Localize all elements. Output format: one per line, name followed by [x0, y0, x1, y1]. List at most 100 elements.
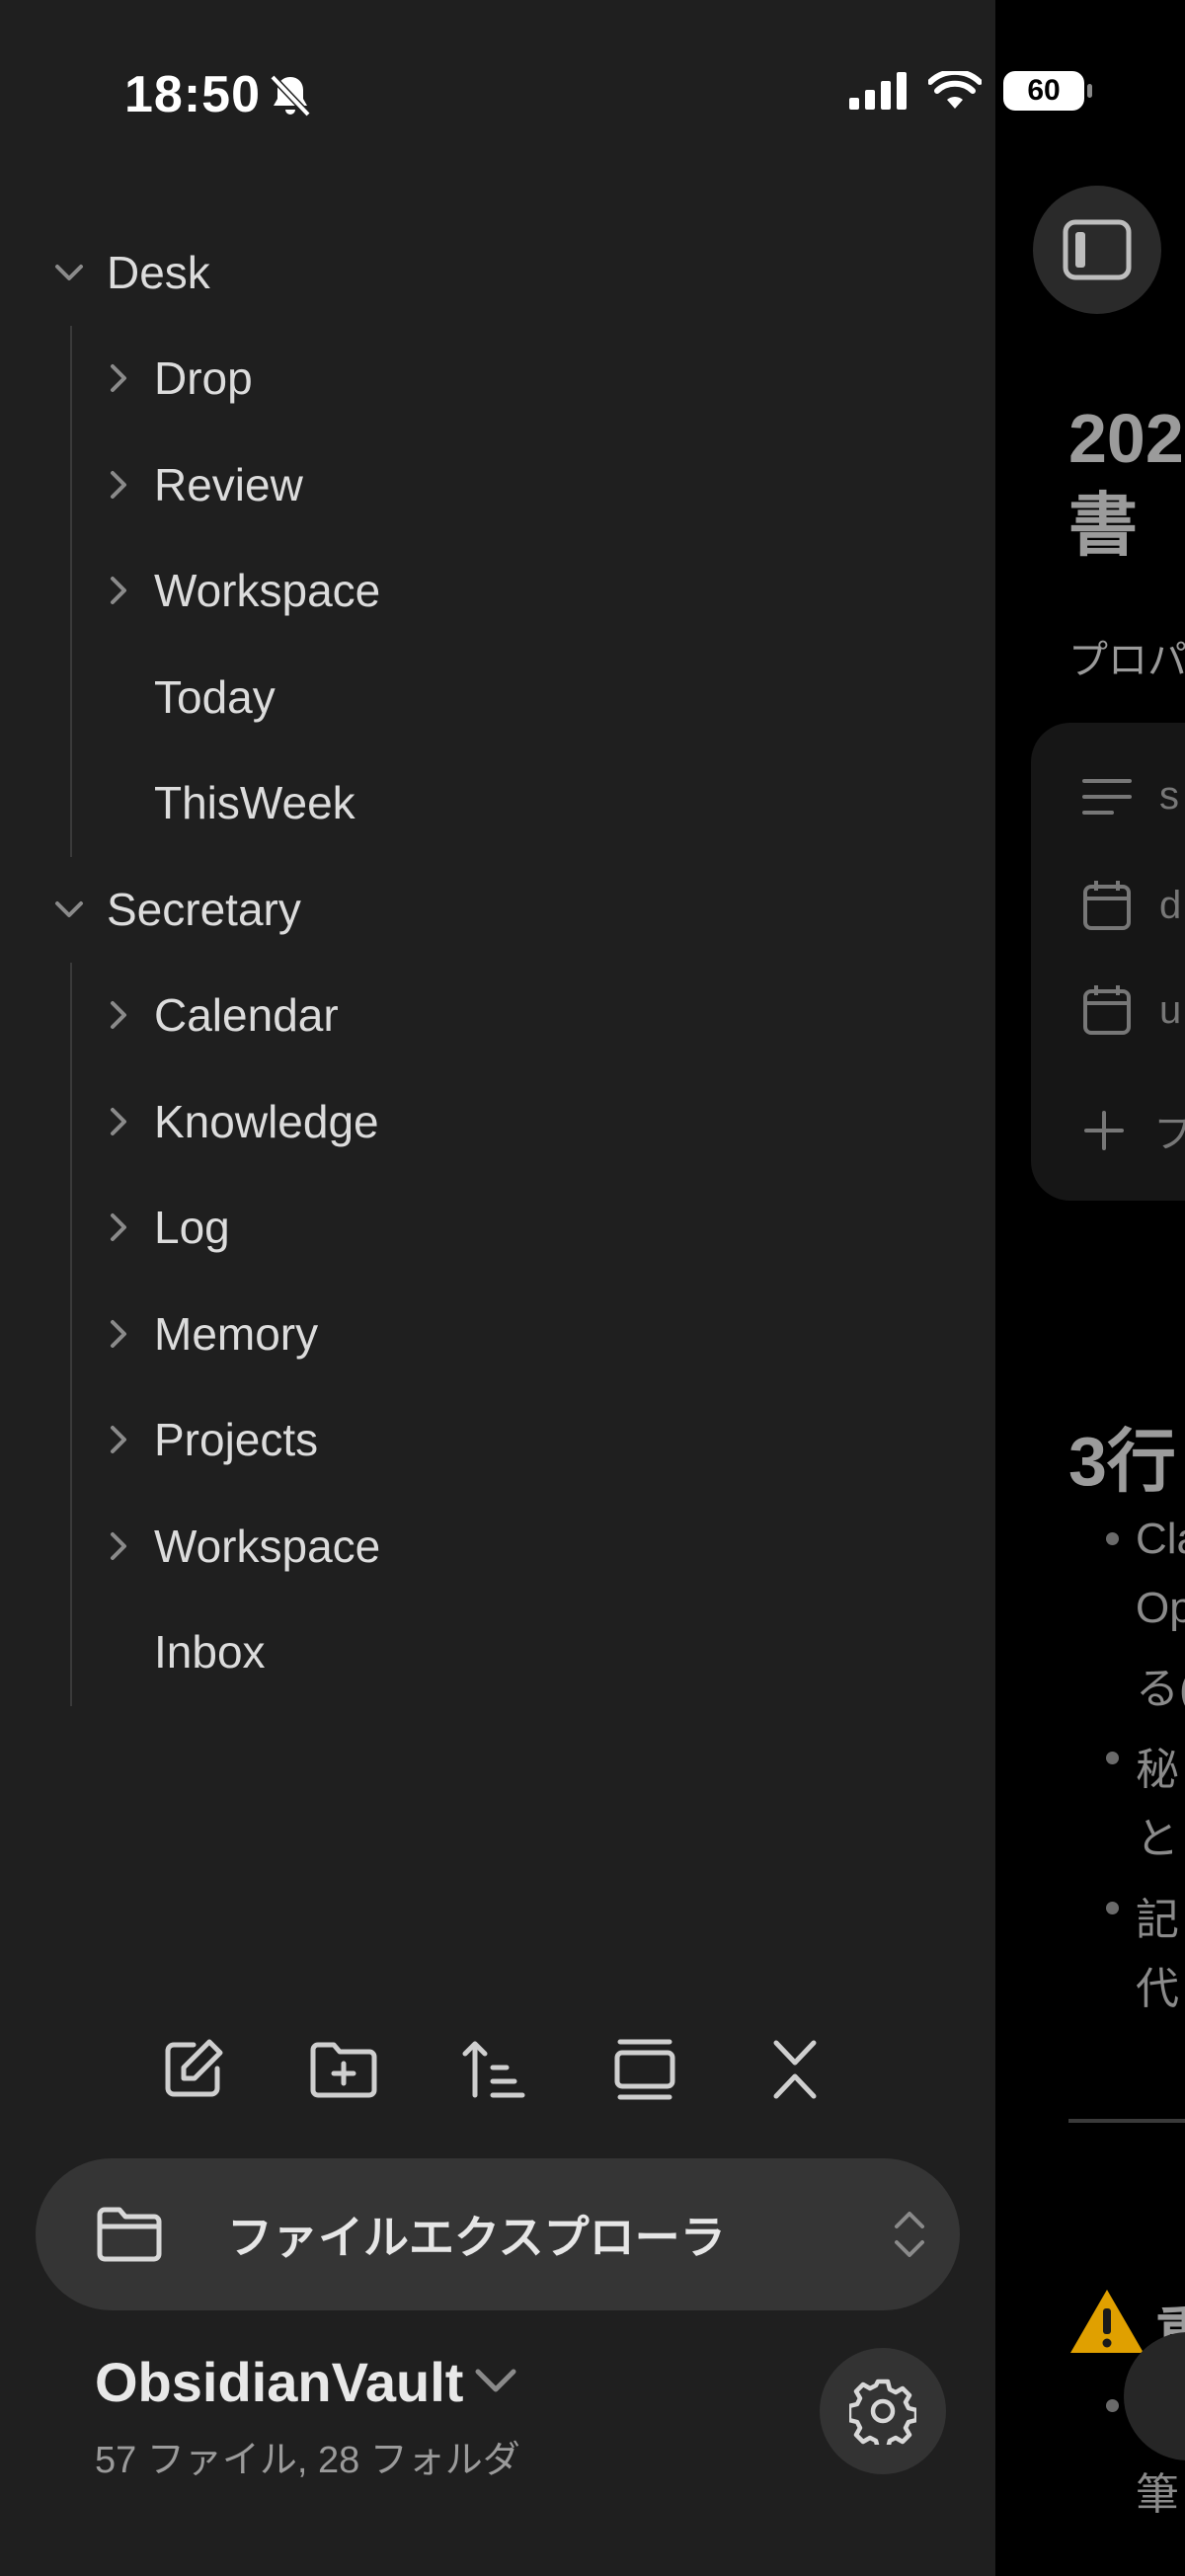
- calendar-icon: [1083, 985, 1131, 1035]
- tree-folder-workspace-secretary[interactable]: Workspace: [0, 1493, 995, 1600]
- list-bullet: [1106, 1902, 1119, 1914]
- folder-label: Drop: [154, 352, 253, 405]
- calendar-icon: [1083, 881, 1131, 930]
- file-label: Today: [154, 670, 276, 723]
- list-item: 代: [1136, 1965, 1179, 2013]
- chevron-right-icon[interactable]: [99, 995, 138, 1035]
- vault-name[interactable]: ObsidianVault: [95, 2350, 463, 2414]
- list-bullet: [1106, 1752, 1119, 1764]
- sidebar-toggle-button[interactable]: [1033, 186, 1161, 314]
- tree-folder-drop[interactable]: Drop: [0, 326, 995, 432]
- new-folder-button[interactable]: [299, 2025, 388, 2114]
- battery-level: 60: [1027, 74, 1061, 107]
- folder-label: Knowledge: [154, 1095, 379, 1147]
- sort-icon: [462, 2041, 525, 2098]
- tree-folder-secretary[interactable]: Secretary: [0, 856, 995, 963]
- chevron-up-down-icon: [895, 2212, 924, 2257]
- file-explorer-toolbar: [148, 2020, 839, 2119]
- list-item: Op: [1136, 1584, 1185, 1632]
- settings-button[interactable]: [820, 2348, 946, 2474]
- left-sidebar-drawer: 18:50 60 Desk Drop Review Workspace Toda…: [0, 0, 1092, 2576]
- folder-label: Workspace: [154, 1520, 381, 1572]
- sidebar-icon: [1063, 219, 1132, 280]
- note-title: 202 書: [1068, 400, 1184, 564]
- folder-icon: [97, 2207, 162, 2262]
- tree-folder-calendar[interactable]: Calendar: [0, 963, 995, 1069]
- chevron-right-icon[interactable]: [99, 1420, 138, 1459]
- note-properties-heading: プロパ: [1068, 639, 1185, 682]
- note-view: [995, 0, 1185, 2576]
- toggle-view-icon: [614, 2039, 674, 2100]
- list-bullet: [1106, 1532, 1119, 1545]
- file-label: ThisWeek: [154, 777, 356, 829]
- new-note-icon: [165, 2039, 223, 2097]
- chevron-right-icon[interactable]: [99, 1102, 138, 1141]
- property-row[interactable]: u: [1082, 983, 1181, 1037]
- text-lines-icon: [1082, 778, 1132, 815]
- folder-label: Memory: [154, 1307, 319, 1360]
- chevron-right-icon[interactable]: [99, 358, 138, 398]
- view-switcher[interactable]: ファイルエクスプローラ: [36, 2158, 960, 2310]
- battery-icon: 60: [1003, 71, 1092, 111]
- collapse-all-button[interactable]: [750, 2025, 839, 2114]
- tree-folder-desk[interactable]: Desk: [0, 219, 995, 326]
- sort-button[interactable]: [449, 2025, 538, 2114]
- plus-icon: [1084, 1111, 1124, 1150]
- list-item: 秘: [1136, 1746, 1179, 1794]
- add-property-label: フ: [1153, 1113, 1185, 1156]
- list-item: 記: [1136, 1896, 1179, 1944]
- folder-label: Projects: [154, 1414, 319, 1466]
- tree-folder-memory[interactable]: Memory: [0, 1281, 995, 1387]
- list-item: Cla: [1136, 1515, 1185, 1563]
- tree-folder-log[interactable]: Log: [0, 1175, 995, 1282]
- tree-file-inbox[interactable]: Inbox: [0, 1600, 995, 1706]
- list-item: と: [1136, 1815, 1179, 1863]
- tree-folder-workspace[interactable]: Workspace: [0, 538, 995, 645]
- status-indicators: 60: [849, 71, 1092, 111]
- folder-label: Desk: [107, 246, 210, 298]
- new-folder-icon: [310, 2042, 376, 2098]
- folder-label: Workspace: [154, 565, 381, 617]
- file-label: Inbox: [154, 1626, 266, 1678]
- tree-file-thisweek[interactable]: ThisWeek: [0, 750, 995, 857]
- chevron-right-icon[interactable]: [99, 465, 138, 505]
- tree-folder-knowledge[interactable]: Knowledge: [0, 1068, 995, 1175]
- chevron-right-icon[interactable]: [99, 1526, 138, 1566]
- divider: [1068, 2119, 1185, 2123]
- tree-folder-review[interactable]: Review: [0, 431, 995, 538]
- gear-icon: [849, 2379, 916, 2445]
- file-tree: Desk Drop Review Workspace Today ThisWee…: [0, 219, 995, 1705]
- property-row[interactable]: s: [1082, 774, 1179, 819]
- folder-label: Calendar: [154, 989, 339, 1042]
- property-name: s: [1159, 774, 1179, 818]
- list-item: る(: [1136, 1665, 1185, 1713]
- warning-icon: [1070, 2290, 1144, 2353]
- chevron-right-icon[interactable]: [99, 1208, 138, 1247]
- chevron-down-icon[interactable]: [49, 890, 89, 929]
- chevron-down-icon[interactable]: [474, 2366, 517, 2395]
- vault-stats: 57 ファイル, 28 フォルダ: [95, 2440, 520, 2481]
- folder-label: Review: [154, 458, 303, 510]
- toggle-view-button[interactable]: [600, 2025, 689, 2114]
- chevron-down-icon[interactable]: [49, 253, 89, 292]
- cellular-signal-icon: [849, 72, 907, 110]
- new-note-button[interactable]: [148, 2025, 237, 2114]
- app-root: 202 書 プロパ s d u フ 3行 Cla Op る( 秘 と 記 代 重…: [0, 0, 1185, 2576]
- chevron-right-icon[interactable]: [99, 571, 138, 610]
- tree-file-today[interactable]: Today: [0, 644, 995, 750]
- property-row[interactable]: d: [1082, 879, 1181, 932]
- folder-label: Log: [154, 1202, 230, 1254]
- view-switcher-label: ファイルエクスプローラ: [227, 2212, 726, 2263]
- bell-slash-icon: [270, 74, 311, 117]
- property-name: u: [1159, 987, 1182, 1032]
- list-item: 筆: [1136, 2470, 1179, 2519]
- property-name: d: [1159, 883, 1182, 927]
- chevron-right-icon[interactable]: [99, 1314, 138, 1354]
- status-time: 18:50: [124, 66, 261, 123]
- add-property-button[interactable]: フ: [1082, 1102, 1185, 1159]
- collapse-all-icon: [773, 2040, 817, 2099]
- note-heading: 3行: [1068, 1423, 1176, 1500]
- folder-label: Secretary: [107, 883, 301, 935]
- tree-folder-projects[interactable]: Projects: [0, 1387, 995, 1494]
- list-bullet: [1106, 2399, 1119, 2412]
